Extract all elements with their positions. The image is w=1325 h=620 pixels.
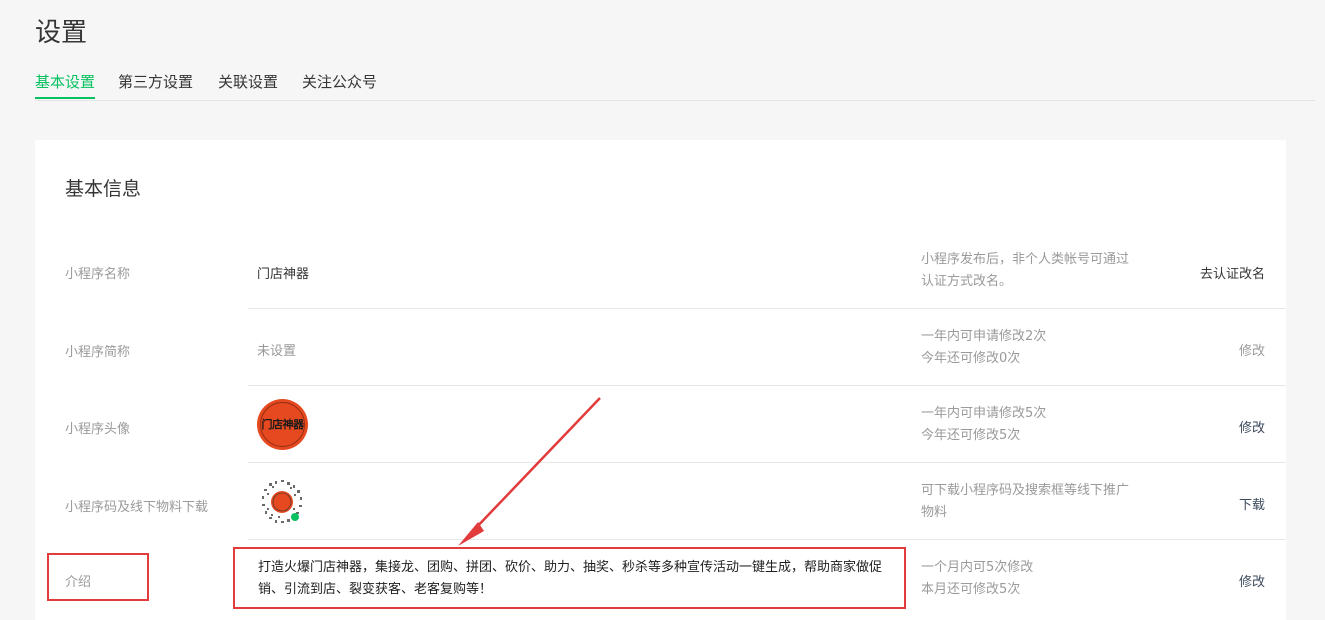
annotation-arrow bbox=[458, 397, 601, 546]
arrow-shaft bbox=[471, 397, 601, 533]
arrow-head bbox=[458, 522, 484, 546]
